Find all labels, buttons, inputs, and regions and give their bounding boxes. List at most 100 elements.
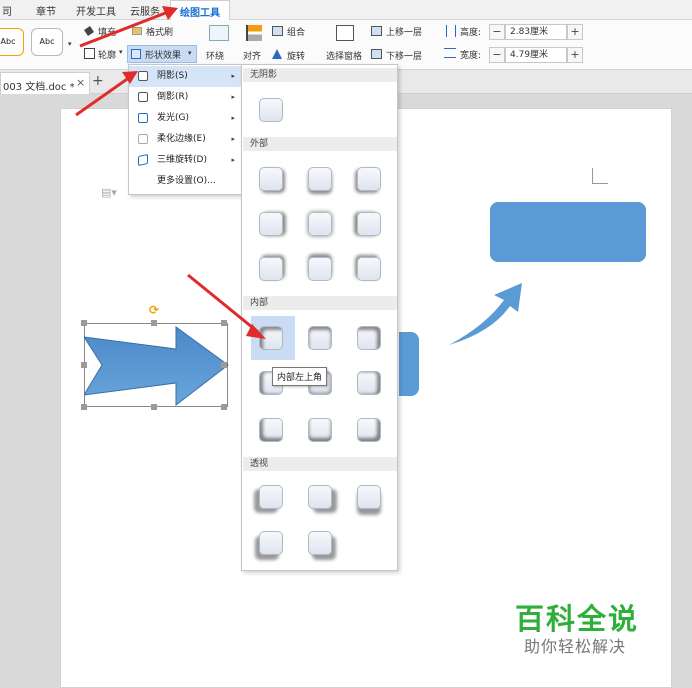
width-decrease-button[interactable]: − [489,47,505,63]
height-icon [446,25,456,37]
menu-drawing-tools[interactable]: 绘图工具 [170,0,230,21]
wrap-button[interactable]: 环绕 [206,49,224,62]
shadow-option-outer[interactable] [259,167,283,191]
submenu-arrow-icon: ▸ [231,156,235,164]
resize-handle[interactable] [221,404,227,410]
shadow-option-inner[interactable] [308,418,332,442]
send-backward-button[interactable]: 下移一层 [386,49,422,62]
resize-handle[interactable] [81,362,87,368]
submenu-arrow-icon: ▸ [231,135,235,143]
outline-button[interactable]: 轮廓 [98,48,116,61]
shadow-option-none[interactable] [259,98,283,122]
shape-effect-icon [131,49,141,59]
shadow-option-outer[interactable] [357,212,381,236]
rotate-button[interactable]: 旋转 [287,49,305,62]
rounded-rectangle-shape[interactable] [490,202,646,262]
close-tab-icon[interactable]: × [76,76,85,89]
resize-handle[interactable] [151,404,157,410]
bring-forward-button[interactable]: 上移一层 [386,25,422,38]
block-arrow-shape[interactable] [84,323,230,409]
menu-item-3d-rotation[interactable]: 三维旋转(D) ▸ [129,150,241,171]
width-label: 宽度: [460,51,482,61]
resize-handle[interactable] [221,362,227,368]
shape-style-2[interactable]: Abc [31,28,63,56]
document-tab-label: 003 文档.doc * [3,82,75,93]
bring-forward-icon [371,26,382,36]
section-no-shadow: 无阴影 [243,68,397,82]
shadow-option-inner[interactable] [357,326,381,350]
rotate-icon [272,49,282,59]
shadow-option-perspective[interactable] [308,485,332,509]
section-inner: 内部 [243,296,397,310]
shape-effects-menu: 阴影(S) ▸ 倒影(R) ▸ 发光(G) ▸ 柔化边缘(E) ▸ 三维旋转(D… [128,64,242,195]
shadow-option-inner[interactable] [259,418,283,442]
shadow-option-inner[interactable] [357,371,381,395]
margin-corner-mark [592,168,608,184]
fill-button[interactable]: 填充 [98,25,116,38]
wrap-icon [209,25,229,41]
rotate-handle-icon[interactable]: ⟳ [149,303,159,317]
shadow-option-perspective[interactable] [259,531,283,555]
group-icon [272,26,283,36]
menu-item-reflection[interactable]: 倒影(R) ▸ [129,87,241,108]
section-perspective: 透视 [243,457,397,471]
menu-item-soft-edges[interactable]: 柔化边缘(E) ▸ [129,129,241,150]
watermark-subtitle: 助你轻松解决 [524,637,627,656]
menu-bar: 司 章节 开发工具 云服务 绘图工具 [0,0,692,21]
shadow-option-outer[interactable] [308,257,332,281]
shadow-option-outer[interactable] [259,212,283,236]
menu-item-more-settings[interactable]: 更多设置(O)... [129,171,241,192]
submenu-arrow-icon: ▸ [231,93,235,101]
resize-handle[interactable] [81,320,87,326]
curved-arrow-shape[interactable] [446,280,526,350]
menu-cloud-service[interactable]: 云服务 [130,3,160,18]
shadow-option-perspective[interactable] [308,531,332,555]
resize-handle[interactable] [221,320,227,326]
shadow-option-outer[interactable] [308,167,332,191]
height-label: 高度: [460,28,482,38]
shadow-option-outer[interactable] [259,257,283,281]
format-painter-icon [132,27,142,35]
shadow-option-inner-top-left[interactable] [259,326,283,350]
reflection-icon [138,92,148,102]
shadow-submenu: 无阴影 外部 内部 透视 [241,64,398,571]
menu-chapter[interactable]: 章节 [36,3,56,18]
section-outer: 外部 [243,137,397,151]
ribbon-toolbar: Abc Abc ▾ 填充 格式刷 轮廓 ▾ 形状效果 ▾ 环绕 对齐 组合 旋转… [0,20,692,70]
format-painter-button[interactable]: 格式刷 [146,25,173,38]
menu-developer-tools[interactable]: 开发工具 [76,3,116,18]
new-tab-button[interactable]: + [92,73,104,89]
shape-effect-button[interactable]: 形状效果 ▾ [127,45,197,63]
align-icon [246,25,262,41]
menu-item-truncated[interactable]: 司 [2,3,12,18]
submenu-arrow-icon: ▸ [231,72,235,80]
shadow-icon [138,71,148,81]
group-button[interactable]: 组合 [287,25,305,38]
shadow-option-outer[interactable] [357,257,381,281]
width-increase-button[interactable]: + [567,47,583,63]
shadow-option-perspective[interactable] [259,485,283,509]
align-button[interactable]: 对齐 [243,49,261,62]
shadow-option-outer[interactable] [357,167,381,191]
shadow-option-inner[interactable] [357,418,381,442]
selection-pane-icon [336,25,354,41]
resize-handle[interactable] [151,320,157,326]
height-increase-button[interactable]: + [567,24,583,40]
shadow-option-outer[interactable] [308,212,332,236]
soft-edges-icon [138,134,148,144]
watermark-title: 百科全说 [515,602,640,636]
resize-handle[interactable] [81,404,87,410]
rounded-rectangle-shape-partial[interactable] [399,332,419,396]
shadow-option-inner[interactable] [308,326,332,350]
paste-options-icon[interactable]: ▤▾ [101,186,117,199]
menu-item-shadow[interactable]: 阴影(S) ▸ [129,66,241,87]
glow-icon [138,113,148,123]
height-input[interactable]: 2.83厘米 [505,24,567,40]
selection-pane-button[interactable]: 选择窗格 [326,49,362,62]
shape-style-1[interactable]: Abc [0,28,24,56]
height-decrease-button[interactable]: − [489,24,505,40]
width-input[interactable]: 4.79厘米 [505,47,567,63]
menu-item-glow[interactable]: 发光(G) ▸ [129,108,241,129]
style-more-icon[interactable]: ▾ [68,40,72,48]
shadow-option-perspective[interactable] [357,485,381,509]
